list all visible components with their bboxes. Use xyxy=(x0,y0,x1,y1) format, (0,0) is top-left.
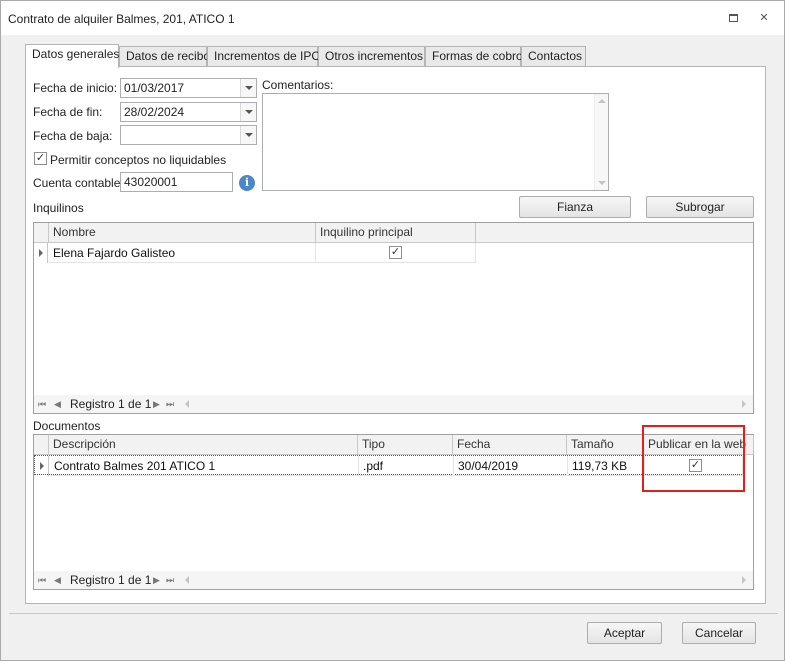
row-indicator-header xyxy=(34,223,49,243)
permitir-label: Permitir conceptos no liquidables xyxy=(50,153,227,167)
cell-inquilino-principal[interactable]: ✓ xyxy=(316,243,476,263)
first-record-icon[interactable]: ⏮ xyxy=(38,571,46,589)
column-header-tipo[interactable]: Tipo xyxy=(358,435,453,455)
vertical-scrollbar[interactable] xyxy=(594,94,608,190)
comentarios-textarea[interactable] xyxy=(262,93,609,191)
tab-datos-generales[interactable]: Datos generales xyxy=(25,44,119,68)
table-row[interactable]: Contrato Balmes 201 ATICO 1 .pdf 30/04/2… xyxy=(34,455,744,476)
fecha-baja-field[interactable] xyxy=(120,125,257,145)
documentos-label: Documentos xyxy=(33,419,101,433)
fecha-inicio-field[interactable]: 01/03/2017 xyxy=(120,78,257,98)
scroll-right-icon[interactable] xyxy=(742,400,746,408)
footer-divider xyxy=(9,613,778,614)
next-record-icon[interactable]: ▶ xyxy=(153,571,160,589)
restore-icon[interactable] xyxy=(727,11,741,25)
last-record-icon[interactable]: ⏭ xyxy=(166,571,174,589)
row-indicator xyxy=(34,243,48,263)
cuenta-label: Cuenta contable: xyxy=(33,176,124,190)
first-record-icon[interactable]: ⏮ xyxy=(38,395,46,413)
highlight-annotation xyxy=(642,425,745,492)
tab-incrementos-ipc[interactable]: Incrementos de IPC xyxy=(207,46,320,67)
prev-record-icon[interactable]: ◀ xyxy=(54,395,61,413)
close-icon[interactable]: ✕ xyxy=(757,11,771,25)
title-bar: Contrato de alquiler Balmes, 201, ATICO … xyxy=(1,1,784,35)
column-header-tamano[interactable]: Tamaño xyxy=(567,435,644,455)
cell-fecha[interactable]: 30/04/2019 xyxy=(454,456,568,476)
tab-contactos[interactable]: Contactos xyxy=(521,46,586,67)
column-header-nombre[interactable]: Nombre xyxy=(49,223,316,243)
column-header-inquilino-principal[interactable]: Inquilino principal xyxy=(316,223,476,243)
chevron-down-icon[interactable] xyxy=(240,126,256,144)
tab-otros-incrementos[interactable]: Otros incrementos xyxy=(318,46,425,67)
fecha-fin-label: Fecha de fin: xyxy=(33,105,103,119)
prev-record-icon[interactable]: ◀ xyxy=(54,571,61,589)
scroll-right-icon[interactable] xyxy=(742,576,746,584)
scroll-left-icon[interactable] xyxy=(185,576,189,584)
chevron-down-icon[interactable] xyxy=(240,79,256,97)
subrogar-button[interactable]: Subrogar xyxy=(646,196,754,218)
scroll-left-icon[interactable] xyxy=(185,400,189,408)
fecha-inicio-label: Fecha de inicio: xyxy=(33,81,118,95)
info-icon[interactable]: i xyxy=(239,175,255,191)
grid-navigator: ⏮ ◀ Registro 1 de 1 ▶ ⏭ xyxy=(34,571,753,589)
accept-button[interactable]: Aceptar xyxy=(587,622,662,644)
tab-formas-cobro[interactable]: Formas de cobro xyxy=(425,46,523,67)
inquilinos-label: Inquilinos xyxy=(33,201,84,215)
inquilinos-grid: Nombre Inquilino principal Elena Fajardo… xyxy=(33,222,754,414)
record-counter: Registro 1 de 1 xyxy=(70,573,152,587)
record-counter: Registro 1 de 1 xyxy=(70,397,152,411)
cuenta-value: 43020001 xyxy=(124,175,178,189)
fecha-fin-value: 28/02/2024 xyxy=(124,105,185,119)
column-header-fecha[interactable]: Fecha xyxy=(453,435,567,455)
principal-checkbox[interactable]: ✓ xyxy=(389,246,402,259)
fecha-fin-field[interactable]: 28/02/2024 xyxy=(120,102,257,122)
table-row[interactable]: Elena Fajardo Galisteo ✓ xyxy=(34,243,753,263)
permitir-checkbox[interactable]: ✓ xyxy=(34,152,47,165)
fecha-baja-label: Fecha de baja: xyxy=(33,129,113,143)
last-record-icon[interactable]: ⏭ xyxy=(166,395,174,413)
column-header-descripcion[interactable]: Descripción xyxy=(49,435,358,455)
window-title: Contrato de alquiler Balmes, 201, ATICO … xyxy=(8,12,235,26)
cuenta-field[interactable]: 43020001 xyxy=(120,172,233,192)
fianza-button[interactable]: Fianza xyxy=(519,196,631,218)
cell-nombre[interactable]: Elena Fajardo Galisteo xyxy=(49,243,316,263)
cancel-button[interactable]: Cancelar xyxy=(682,622,756,644)
comentarios-label: Comentarios: xyxy=(262,78,334,92)
contract-dialog: Contrato de alquiler Balmes, 201, ATICO … xyxy=(0,0,785,661)
cell-tamano[interactable]: 119,73 KB xyxy=(568,456,645,476)
next-record-icon[interactable]: ▶ xyxy=(153,395,160,413)
grid-navigator: ⏮ ◀ Registro 1 de 1 ▶ ⏭ xyxy=(34,395,753,413)
chevron-down-icon[interactable] xyxy=(240,103,256,121)
cell-descripcion[interactable]: Contrato Balmes 201 ATICO 1 xyxy=(50,456,359,476)
tab-datos-recibo[interactable]: Datos de recibo xyxy=(119,46,210,67)
row-indicator xyxy=(35,456,49,476)
row-indicator-header xyxy=(34,435,49,455)
grid-header: Nombre Inquilino principal xyxy=(34,223,753,243)
cell-tipo[interactable]: .pdf xyxy=(359,456,454,476)
fecha-inicio-value: 01/03/2017 xyxy=(124,81,185,95)
